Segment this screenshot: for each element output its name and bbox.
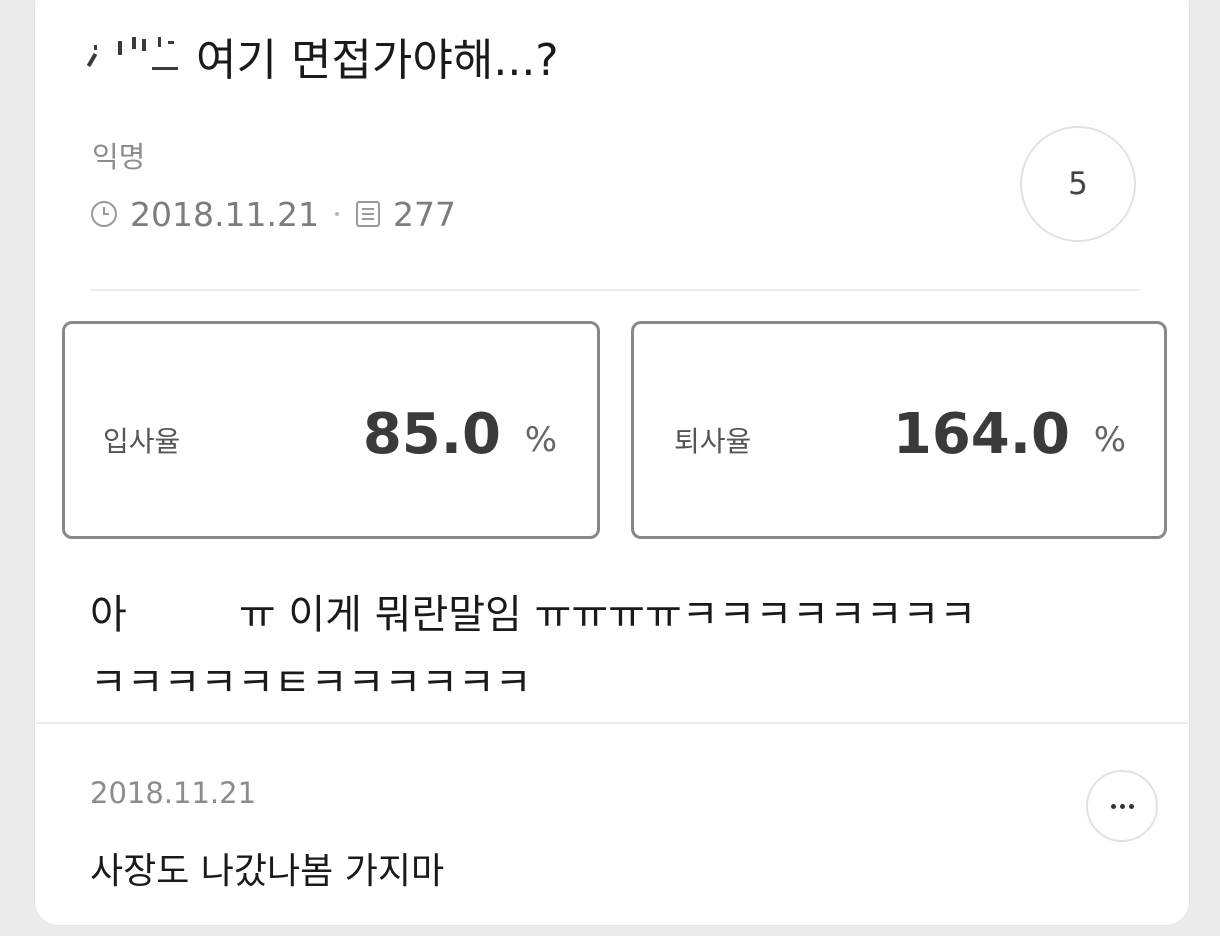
comment-text: 사장도 나갔나봄 가지마 (90, 851, 445, 892)
hire-rate-label: 입사율 (103, 425, 181, 458)
post-body-rest: ㅠ 이게 뭐란말임 ㅠㅠㅠㅠㅋㅋㅋㅋㅋㅋㅋㅋ (238, 592, 977, 638)
comment-divider (36, 722, 1188, 724)
post-body-line-1: 아 ㅠ 이게 뭐란말임 ㅠㅠㅠㅠㅋㅋㅋㅋㅋㅋㅋㅋ (90, 582, 976, 640)
quit-rate-box: 퇴사율 164.0 % (631, 321, 1167, 539)
clock-icon (90, 200, 118, 228)
more-icon (1110, 803, 1116, 809)
post-body-start: 아 (90, 592, 127, 638)
header-divider (90, 289, 1140, 291)
comment-count-button[interactable]: 5 (1020, 126, 1136, 242)
post-title: 여기 면접가야해...? (86, 24, 559, 88)
more-options-button[interactable] (1086, 770, 1158, 842)
post-body-line-2: ㅋㅋㅋㅋㅋㅌㅋㅋㅋㅋㅋㅋ (90, 660, 532, 706)
post-date: 2018.11.21 (130, 194, 319, 234)
quit-rate-label: 퇴사율 (674, 425, 752, 458)
redacted-mark (86, 37, 196, 81)
hire-rate-box: 입사율 85.0 % (62, 321, 600, 539)
quit-rate-value: 164.0 (892, 402, 1070, 467)
post-meta: 2018.11.21 277 (90, 192, 456, 236)
document-icon (355, 200, 381, 228)
comment-date: 2018.11.21 (90, 776, 257, 810)
view-count: 277 (392, 194, 456, 234)
hire-rate-value: 85.0 (362, 402, 501, 467)
post-title-text: 여기 면접가야해...? (196, 35, 559, 86)
hire-rate-unit: % (524, 420, 557, 460)
post-author: 익명 (92, 140, 146, 174)
quit-rate-unit: % (1093, 420, 1126, 460)
meta-separator (334, 212, 339, 216)
